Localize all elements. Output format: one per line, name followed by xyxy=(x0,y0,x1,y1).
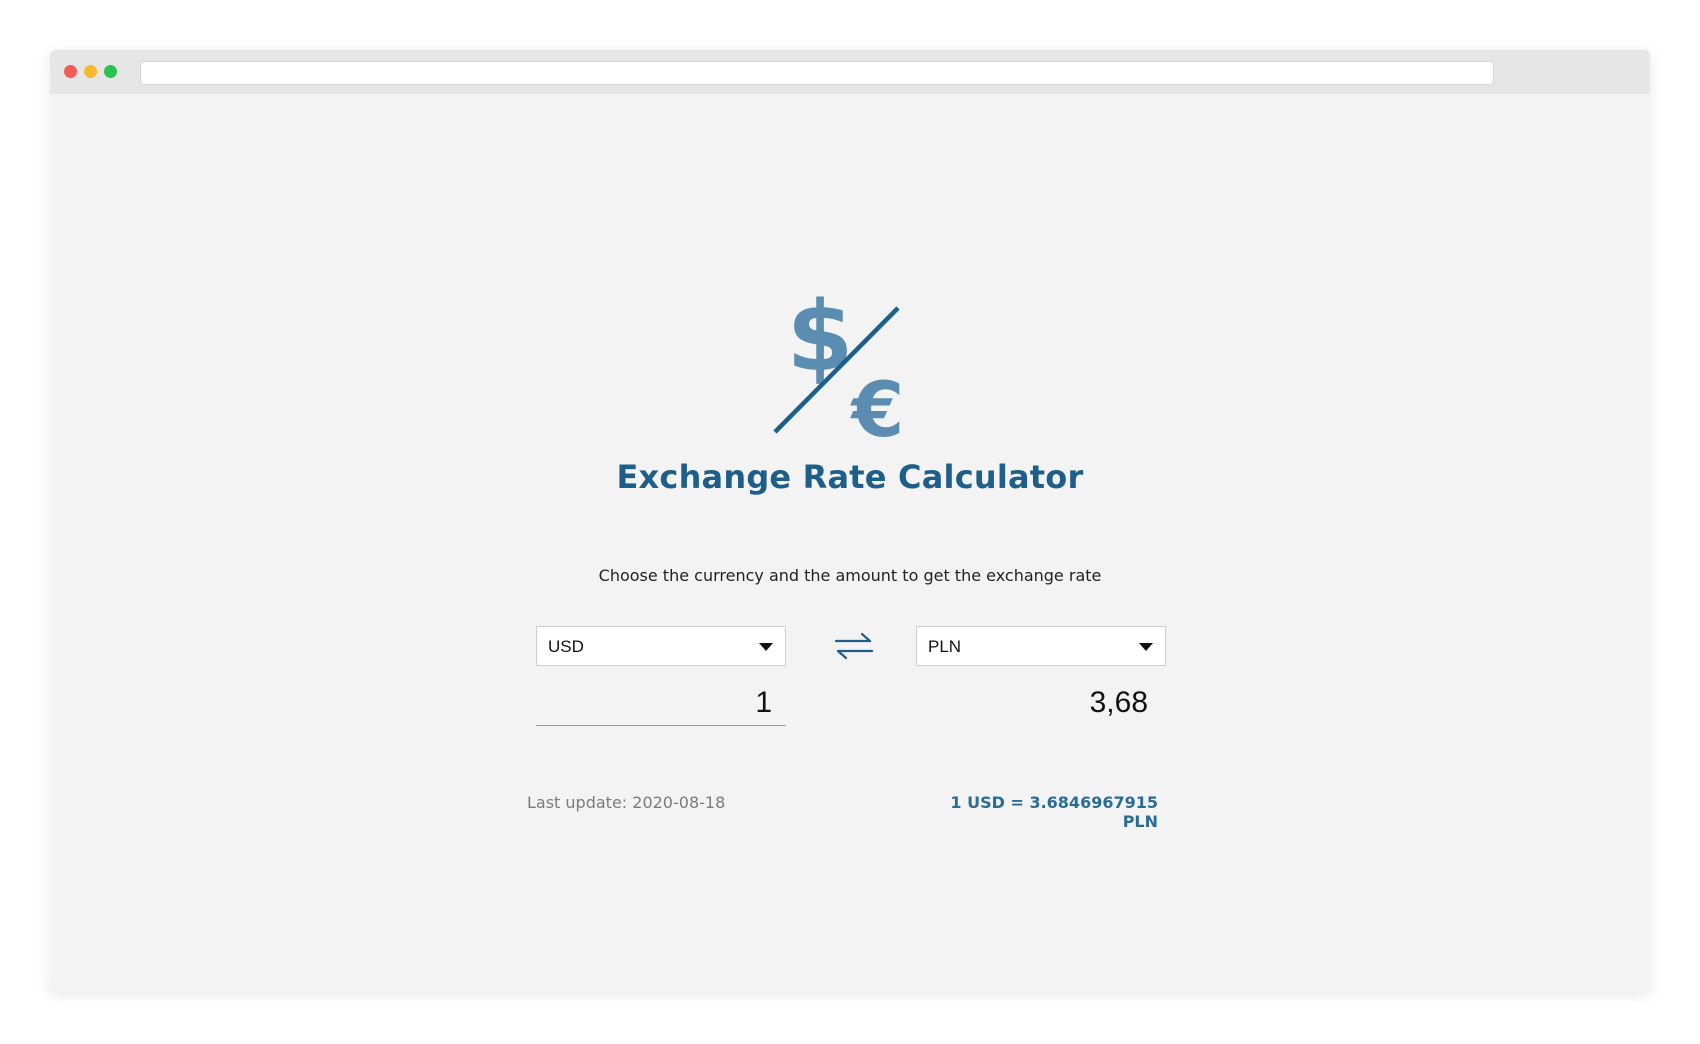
page-title: Exchange Rate Calculator xyxy=(616,458,1084,496)
amount-input[interactable] xyxy=(536,682,772,724)
instructions-text: Choose the currency and the amount to ge… xyxy=(598,566,1102,585)
from-currency-value: USD xyxy=(548,637,584,656)
close-window-button[interactable] xyxy=(64,65,77,78)
euro-glyph: € xyxy=(850,365,905,454)
dollar-euro-icon: $ € xyxy=(773,281,905,454)
minimize-window-button[interactable] xyxy=(84,65,97,78)
amount-field[interactable] xyxy=(536,682,786,726)
swap-arrows-icon[interactable] xyxy=(832,630,876,662)
maximize-window-button[interactable] xyxy=(104,65,117,78)
to-currency-select[interactable]: PLN xyxy=(916,626,1166,666)
browser-window: $ € Exchange Rate Calculator Choose the … xyxy=(50,50,1650,993)
address-bar[interactable] xyxy=(140,61,1494,85)
last-update-text: Last update: 2020-08-18 xyxy=(527,793,726,812)
converted-amount: 3,68 xyxy=(1089,686,1148,719)
dollar-glyph: $ xyxy=(787,281,854,393)
chevron-down-icon xyxy=(1139,643,1153,651)
browser-titlebar xyxy=(50,50,1650,94)
to-currency-value: PLN xyxy=(928,637,962,656)
chevron-down-icon xyxy=(759,643,773,651)
from-currency-select[interactable]: USD xyxy=(536,626,786,666)
exchange-rate-text: 1 USD = 3.6846967915 PLN xyxy=(950,793,1158,831)
